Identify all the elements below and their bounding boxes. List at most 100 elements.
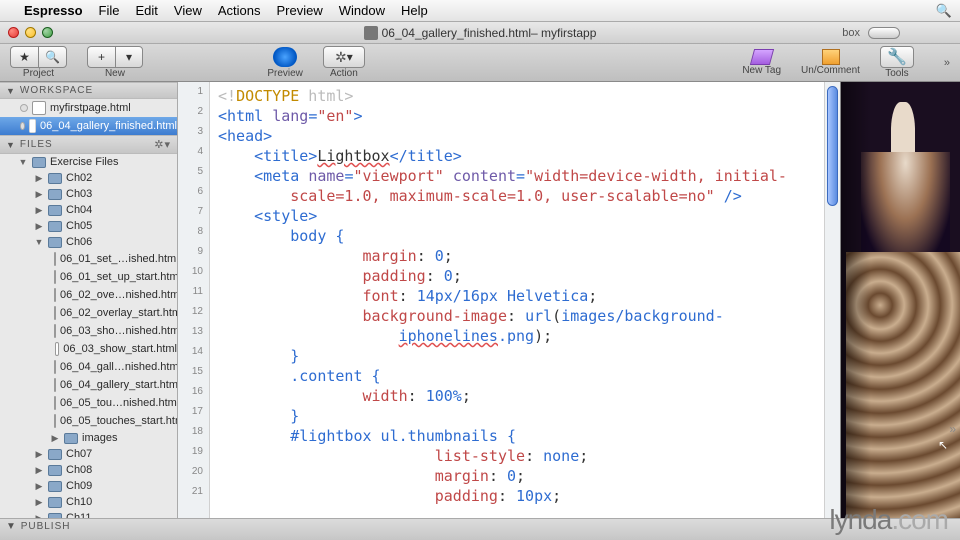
file-item[interactable]: 06_02_overlay_start.html [0,304,177,322]
line-number: 5 [178,166,209,186]
app-menu[interactable]: Espresso [24,3,83,18]
disclosure-triangle-icon[interactable]: ▶ [34,449,44,460]
eye-icon[interactable] [273,47,297,67]
workspace-header[interactable]: ▼ WORKSPACE [0,82,177,99]
tree-item-label: Exercise Files [50,156,118,168]
code-line: padding: 0; [218,266,816,286]
code-area[interactable]: <!DOCTYPE html><html lang="en"><head> <t… [210,82,824,518]
disclosure-triangle-icon[interactable]: ▼ [34,237,44,247]
document-proxy-icon[interactable] [364,26,378,40]
files-header[interactable]: ▼ FILES ✲▾ [0,135,177,154]
tree-item-label: 06_02_ove…nished.html [60,289,177,301]
folder-icon [48,465,62,476]
files-settings-icon[interactable]: ✲▾ [154,138,171,151]
vertical-scrollbar[interactable] [824,82,840,518]
file-item[interactable]: 06_05_touches_start.html [0,412,177,430]
disclosure-triangle-icon[interactable]: ▶ [34,189,44,200]
gear-icon: ✲ [335,49,347,66]
folder-item[interactable]: ▶images [0,430,177,446]
tools-button[interactable]: 🔧 [880,46,914,68]
disclosure-triangle-icon[interactable]: ▼ [6,521,17,532]
file-item[interactable]: 06_01_set_up_start.html [0,268,177,286]
menu-preview[interactable]: Preview [277,3,323,18]
tree-item-label: Ch11 [66,512,91,518]
tree-item-label: Ch08 [66,464,92,476]
disclosure-triangle-icon[interactable]: ▶ [34,481,44,492]
disclosure-triangle-icon[interactable]: ▶ [34,173,44,184]
new-button[interactable]: + [87,46,115,68]
file-item[interactable]: 06_01_set_…ished.html [0,250,177,268]
watermark-suffix: .com [891,504,948,535]
overflow-chevron-icon[interactable]: » [944,57,950,69]
disclosure-triangle-icon[interactable]: ▼ [18,157,28,167]
disclosure-triangle-icon[interactable]: ▶ [34,221,44,232]
file-item[interactable]: 06_02_ove…nished.html [0,286,177,304]
line-number: 4 [178,146,209,166]
folder-item[interactable]: ▶Ch10 [0,494,177,510]
code-line: <html lang="en"> [218,106,816,126]
action-button[interactable]: ✲ ▾ [323,46,365,68]
disclosure-triangle-icon[interactable]: ▶ [34,465,44,476]
menu-view[interactable]: View [174,3,202,18]
line-number: 21 [178,486,209,506]
background-window-title: box [842,27,860,39]
disclosure-triangle-icon[interactable]: ▼ [6,140,16,150]
tool-action: ✲ ▾ Action [323,46,365,79]
disclosure-triangle-icon[interactable]: ▶ [34,513,44,519]
shadow-overlay [841,82,871,518]
tree-item-label: Ch02 [66,172,92,184]
workspace-item[interactable]: myfirstpage.html [0,99,177,117]
folder-item[interactable]: ▶ Ch09 [0,478,177,494]
tool-new-label: New [105,68,125,79]
folder-item[interactable]: ▶Ch07 [0,446,177,462]
project-favorites-button[interactable]: ★ [10,46,38,68]
tree-item-label: 06_03_show_start.html [63,343,177,355]
new-dropdown[interactable]: ▾ [115,46,143,68]
tree-item-label: Ch09 [66,480,92,492]
window-minimize-button[interactable] [25,27,36,38]
file-item[interactable]: 06_04_gall…nished.html [0,358,177,376]
file-icon [54,414,56,428]
status-dot-icon [20,122,25,130]
folder-item[interactable]: ▶ Ch02 [0,170,177,186]
status-dot-icon [20,104,28,112]
menu-help[interactable]: Help [401,3,428,18]
menu-file[interactable]: File [99,3,120,18]
toolbar-toggle-pill[interactable] [868,27,900,39]
file-item[interactable]: 06_03_show_start.html [0,340,177,358]
folder-item[interactable]: ▶ Ch08 [0,462,177,478]
folder-item[interactable]: ▶ Ch11 [0,510,177,518]
folder-item[interactable]: ▶Ch03 [0,186,177,202]
tree-item-label: 06_01_set_…ished.html [60,253,177,265]
spotlight-icon[interactable]: 🔍 [936,3,952,19]
workspace-item-label: myfirstpage.html [50,102,131,114]
tool-tools-label: Tools [885,68,908,79]
disclosure-triangle-icon[interactable]: ▶ [50,433,60,444]
comment-icon[interactable] [822,49,840,65]
menu-window[interactable]: Window [339,3,385,18]
file-icon [54,288,56,302]
scrollbar-thumb[interactable] [827,86,838,206]
project-search-button[interactable]: 🔍 [38,46,67,68]
file-item[interactable]: 06_03_sho…nished.html [0,322,177,340]
disclosure-triangle-icon[interactable]: ▼ [6,86,16,96]
folder-item[interactable]: ▶Ch05 [0,218,177,234]
disclosure-triangle-icon[interactable]: ▶ [34,205,44,216]
line-number: 3 [178,126,209,146]
workspace-item[interactable]: 06_04_gallery_finished.html [0,117,177,135]
folder-item[interactable]: ▼Ch06 [0,234,177,250]
expand-chevron-icon[interactable]: » [949,422,956,436]
file-item[interactable]: 06_04_gallery_start.html [0,376,177,394]
window-close-button[interactable] [8,27,19,38]
folder-item[interactable]: ▶Ch04 [0,202,177,218]
publish-header[interactable]: ▼ PUBLISH [0,518,960,540]
line-number: 15 [178,366,209,386]
tool-tools: 🔧 Tools [880,46,914,79]
folder-item[interactable]: ▼ Exercise Files [0,154,177,170]
disclosure-triangle-icon[interactable]: ▶ [34,497,44,508]
menu-actions[interactable]: Actions [218,3,261,18]
tag-icon[interactable] [750,49,774,65]
menu-edit[interactable]: Edit [136,3,158,18]
window-zoom-button[interactable] [42,27,53,38]
file-item[interactable]: 06_05_tou…nished.html [0,394,177,412]
